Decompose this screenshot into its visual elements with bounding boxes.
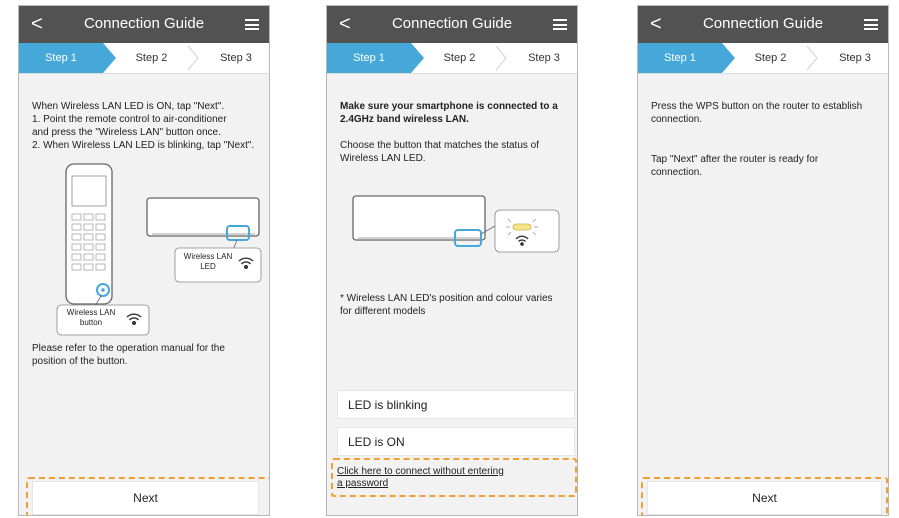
button-label: Wireless LAN button bbox=[66, 308, 116, 327]
connection-requirement: Make sure your smartphone is connected t… bbox=[340, 101, 558, 125]
led-blinking-button[interactable]: LED is blinking bbox=[337, 390, 575, 419]
connect-without-password-link[interactable]: Click here to connect without entering a… bbox=[337, 466, 504, 490]
refer-text: Please refer to the operation manual for… bbox=[32, 343, 225, 367]
step-2: Step 2 bbox=[754, 52, 787, 64]
step-3: Step 3 bbox=[220, 52, 252, 64]
instructions-text: When Wireless LAN LED is ON, tap "Next".… bbox=[32, 100, 259, 152]
led-on-button[interactable]: LED is ON bbox=[337, 427, 575, 456]
step-2: Step 2 bbox=[443, 52, 476, 64]
header-title: Connection Guide bbox=[391, 15, 513, 32]
header-title: Connection Guide bbox=[83, 15, 205, 32]
step-1: Step 1 bbox=[638, 43, 735, 73]
next-button[interactable]: Next bbox=[647, 481, 882, 515]
phone-screen-step1-led-status: < Connection Guide Step 1 Step 2 Step 3 … bbox=[326, 5, 578, 516]
led-label: Wireless LAN LED bbox=[183, 252, 233, 271]
step-3: Step 3 bbox=[839, 52, 871, 64]
air-conditioner-icon bbox=[352, 195, 496, 247]
router-ready-instruction: Tap "Next" after the router is ready for… bbox=[651, 154, 819, 178]
air-conditioner-icon bbox=[146, 197, 260, 251]
remote-and-ac-illustration bbox=[56, 163, 262, 336]
step-progress-bar: Step 1 Step 2 Step 3 bbox=[638, 43, 888, 74]
instruction-line: and press the "Wireless LAN" button once… bbox=[32, 127, 221, 138]
hamburger-menu-icon[interactable] bbox=[553, 19, 567, 30]
step-separator-icon bbox=[806, 46, 818, 70]
hamburger-menu-icon[interactable] bbox=[245, 19, 259, 30]
remote-control-icon bbox=[65, 163, 113, 307]
step-1: Step 1 bbox=[19, 43, 116, 73]
app-header: < Connection Guide bbox=[327, 6, 577, 43]
instruction-line: 1. Point the remote control to air-condi… bbox=[32, 114, 227, 125]
phone-screen-step1: < Connection Guide Step 1 Step 2 Step 3 … bbox=[18, 5, 270, 516]
ac-led-illustration bbox=[352, 195, 560, 253]
choose-instruction: Choose the button that matches the statu… bbox=[340, 140, 540, 164]
step-2: Step 2 bbox=[135, 52, 168, 64]
step-separator-icon bbox=[495, 46, 507, 70]
step-3: Step 3 bbox=[528, 52, 560, 64]
header-title: Connection Guide bbox=[702, 15, 824, 32]
instruction-line: When Wireless LAN LED is ON, tap "Next". bbox=[32, 101, 225, 112]
step-progress-bar: Step 1 Step 2 Step 3 bbox=[19, 43, 269, 74]
instruction-line: 2. When Wireless LAN LED is blinking, ta… bbox=[32, 140, 255, 151]
phone-screen-wps: < Connection Guide Step 1 Step 2 Step 3 … bbox=[637, 5, 889, 516]
step-progress-bar: Step 1 Step 2 Step 3 bbox=[327, 43, 577, 74]
led-note: * Wireless LAN LED's position and colour… bbox=[340, 293, 553, 317]
step-1: Step 1 bbox=[327, 43, 424, 73]
app-header: < Connection Guide bbox=[19, 6, 269, 43]
hamburger-menu-icon[interactable] bbox=[864, 19, 878, 30]
step-separator-icon bbox=[187, 46, 199, 70]
app-header: < Connection Guide bbox=[638, 6, 888, 43]
next-button[interactable]: Next bbox=[32, 481, 259, 515]
wps-instruction: Press the WPS button on the router to es… bbox=[651, 101, 863, 125]
